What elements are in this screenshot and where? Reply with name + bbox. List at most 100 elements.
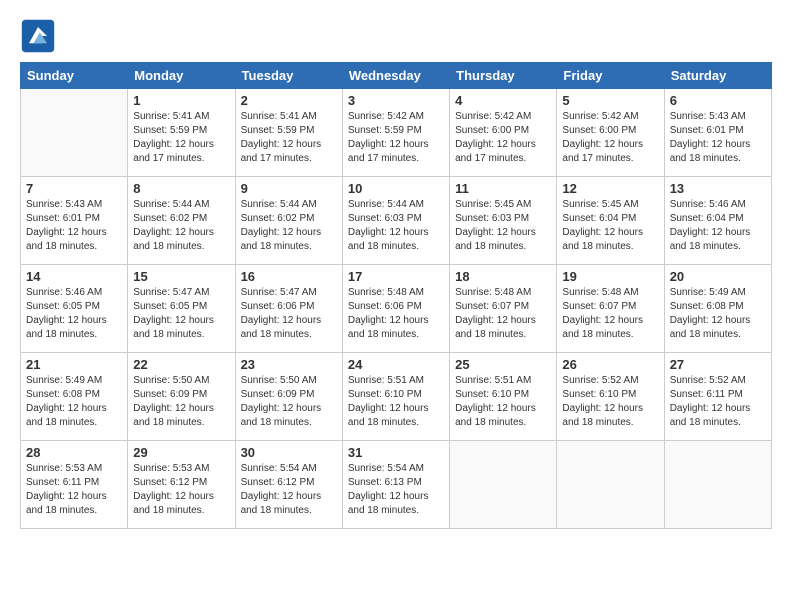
day-number: 3	[348, 93, 444, 108]
calendar-cell: 17Sunrise: 5:48 AMSunset: 6:06 PMDayligh…	[342, 265, 449, 353]
day-info: Sunrise: 5:45 AMSunset: 6:03 PMDaylight:…	[455, 198, 551, 254]
calendar-cell: 31 Sunrise: 5:54 AMSunset: 6:13 PMDayligh…	[342, 441, 449, 529]
day-info: Sunrise: 5:52 AMSunset: 6:11 PMDaylight:…	[670, 374, 766, 430]
day-info: Sunrise: 5:53 AMSunset: 6:12 PMDaylight:…	[133, 462, 229, 518]
calendar-week-row: 28 Sunrise: 5:53 AMSunset: 6:11 PMDayligh…	[21, 441, 772, 529]
day-number: 10	[348, 181, 444, 196]
calendar-cell: 20 Sunrise: 5:49 AMSunset: 6:08 PMDayligh…	[664, 265, 771, 353]
calendar-cell: 16 Sunrise: 5:47 AMSunset: 6:06 PMDayligh…	[235, 265, 342, 353]
day-number: 26	[562, 357, 658, 372]
day-number: 11	[455, 181, 551, 196]
day-info: Sunrise: 5:42 AMSunset: 6:00 PMDaylight:…	[455, 110, 551, 166]
calendar-cell: 18 Sunrise: 5:48 AMSunset: 6:07 PMDayligh…	[450, 265, 557, 353]
day-number: 27	[670, 357, 766, 372]
calendar-header-monday: Monday	[128, 63, 235, 89]
calendar-cell: 23Sunrise: 5:50 AMSunset: 6:09 PMDayligh…	[235, 353, 342, 441]
day-info: Sunrise: 5:51 AMSunset: 6:10 PMDaylight:…	[348, 374, 444, 430]
day-info: Sunrise: 5:42 AMSunset: 6:00 PMDaylight:…	[562, 110, 658, 166]
day-number: 18	[455, 269, 551, 284]
day-number: 12	[562, 181, 658, 196]
logo	[20, 18, 60, 54]
calendar-cell: 8 Sunrise: 5:44 AMSunset: 6:02 PMDaylight…	[128, 177, 235, 265]
calendar-cell: 7 Sunrise: 5:43 AMSunset: 6:01 PMDaylight…	[21, 177, 128, 265]
calendar-cell: 11 Sunrise: 5:45 AMSunset: 6:03 PMDayligh…	[450, 177, 557, 265]
day-number: 6	[670, 93, 766, 108]
day-number: 2	[241, 93, 337, 108]
day-info: Sunrise: 5:47 AMSunset: 6:05 PMDaylight:…	[133, 286, 229, 342]
day-number: 25	[455, 357, 551, 372]
calendar-header-sunday: Sunday	[21, 63, 128, 89]
day-info: Sunrise: 5:49 AMSunset: 6:08 PMDaylight:…	[670, 286, 766, 342]
calendar-cell: 24Sunrise: 5:51 AMSunset: 6:10 PMDayligh…	[342, 353, 449, 441]
day-number: 23	[241, 357, 337, 372]
calendar-cell: 29 Sunrise: 5:53 AMSunset: 6:12 PMDayligh…	[128, 441, 235, 529]
calendar-header-row: SundayMondayTuesdayWednesdayThursdayFrid…	[21, 63, 772, 89]
day-number: 30	[241, 445, 337, 460]
day-info: Sunrise: 5:43 AMSunset: 6:01 PMDaylight:…	[670, 110, 766, 166]
day-number: 22	[133, 357, 229, 372]
day-number: 29	[133, 445, 229, 460]
day-number: 28	[26, 445, 122, 460]
day-number: 8	[133, 181, 229, 196]
calendar-cell: 12 Sunrise: 5:45 AMSunset: 6:04 PMDayligh…	[557, 177, 664, 265]
calendar-cell: 1 Sunrise: 5:41 AMSunset: 5:59 PMDaylight…	[128, 89, 235, 177]
header	[20, 18, 772, 54]
calendar-header-tuesday: Tuesday	[235, 63, 342, 89]
day-info: Sunrise: 5:54 AMSunset: 6:12 PMDaylight:…	[241, 462, 337, 518]
day-info: Sunrise: 5:53 AMSunset: 6:11 PMDaylight:…	[26, 462, 122, 518]
day-info: Sunrise: 5:44 AMSunset: 6:03 PMDaylight:…	[348, 198, 444, 254]
day-info: Sunrise: 5:46 AMSunset: 6:04 PMDaylight:…	[670, 198, 766, 254]
day-info: Sunrise: 5:47 AMSunset: 6:06 PMDaylight:…	[241, 286, 337, 342]
day-number: 9	[241, 181, 337, 196]
calendar-cell: 15 Sunrise: 5:47 AMSunset: 6:05 PMDayligh…	[128, 265, 235, 353]
day-info: Sunrise: 5:44 AMSunset: 6:02 PMDaylight:…	[241, 198, 337, 254]
day-info: Sunrise: 5:52 AMSunset: 6:10 PMDaylight:…	[562, 374, 658, 430]
day-info: Sunrise: 5:45 AMSunset: 6:04 PMDaylight:…	[562, 198, 658, 254]
calendar-cell: 26 Sunrise: 5:52 AMSunset: 6:10 PMDayligh…	[557, 353, 664, 441]
day-info: Sunrise: 5:46 AMSunset: 6:05 PMDaylight:…	[26, 286, 122, 342]
page: SundayMondayTuesdayWednesdayThursdayFrid…	[0, 0, 792, 612]
day-number: 4	[455, 93, 551, 108]
calendar-cell: 30 Sunrise: 5:54 AMSunset: 6:12 PMDayligh…	[235, 441, 342, 529]
day-number: 20	[670, 269, 766, 284]
calendar-cell: 10 Sunrise: 5:44 AMSunset: 6:03 PMDayligh…	[342, 177, 449, 265]
calendar-week-row: 21Sunrise: 5:49 AMSunset: 6:08 PMDayligh…	[21, 353, 772, 441]
calendar-cell: 21Sunrise: 5:49 AMSunset: 6:08 PMDayligh…	[21, 353, 128, 441]
day-info: Sunrise: 5:48 AMSunset: 6:07 PMDaylight:…	[562, 286, 658, 342]
calendar-cell	[664, 441, 771, 529]
day-number: 17	[348, 269, 444, 284]
calendar-cell: 6 Sunrise: 5:43 AMSunset: 6:01 PMDaylight…	[664, 89, 771, 177]
calendar-cell: 2 Sunrise: 5:41 AMSunset: 5:59 PMDaylight…	[235, 89, 342, 177]
calendar-cell	[450, 441, 557, 529]
calendar-cell: 22 Sunrise: 5:50 AMSunset: 6:09 PMDayligh…	[128, 353, 235, 441]
day-number: 7	[26, 181, 122, 196]
calendar-cell: 19 Sunrise: 5:48 AMSunset: 6:07 PMDayligh…	[557, 265, 664, 353]
calendar-week-row: 7 Sunrise: 5:43 AMSunset: 6:01 PMDaylight…	[21, 177, 772, 265]
calendar-cell: 5 Sunrise: 5:42 AMSunset: 6:00 PMDaylight…	[557, 89, 664, 177]
calendar-header-thursday: Thursday	[450, 63, 557, 89]
calendar-week-row: 1 Sunrise: 5:41 AMSunset: 5:59 PMDaylight…	[21, 89, 772, 177]
calendar-header-friday: Friday	[557, 63, 664, 89]
day-number: 15	[133, 269, 229, 284]
calendar-cell: 3 Sunrise: 5:42 AMSunset: 5:59 PMDaylight…	[342, 89, 449, 177]
day-number: 16	[241, 269, 337, 284]
calendar-table: SundayMondayTuesdayWednesdayThursdayFrid…	[20, 62, 772, 529]
day-info: Sunrise: 5:41 AMSunset: 5:59 PMDaylight:…	[133, 110, 229, 166]
calendar-cell: 9 Sunrise: 5:44 AMSunset: 6:02 PMDaylight…	[235, 177, 342, 265]
day-info: Sunrise: 5:42 AMSunset: 5:59 PMDaylight:…	[348, 110, 444, 166]
day-number: 13	[670, 181, 766, 196]
day-info: Sunrise: 5:54 AMSunset: 6:13 PMDaylight:…	[348, 462, 444, 518]
day-info: Sunrise: 5:41 AMSunset: 5:59 PMDaylight:…	[241, 110, 337, 166]
day-number: 14	[26, 269, 122, 284]
day-info: Sunrise: 5:50 AMSunset: 6:09 PMDaylight:…	[133, 374, 229, 430]
day-number: 31	[348, 445, 444, 460]
day-number: 19	[562, 269, 658, 284]
calendar-cell	[21, 89, 128, 177]
day-info: Sunrise: 5:48 AMSunset: 6:07 PMDaylight:…	[455, 286, 551, 342]
day-info: Sunrise: 5:51 AMSunset: 6:10 PMDaylight:…	[455, 374, 551, 430]
day-info: Sunrise: 5:43 AMSunset: 6:01 PMDaylight:…	[26, 198, 122, 254]
day-number: 5	[562, 93, 658, 108]
day-number: 1	[133, 93, 229, 108]
day-info: Sunrise: 5:44 AMSunset: 6:02 PMDaylight:…	[133, 198, 229, 254]
day-number: 21	[26, 357, 122, 372]
